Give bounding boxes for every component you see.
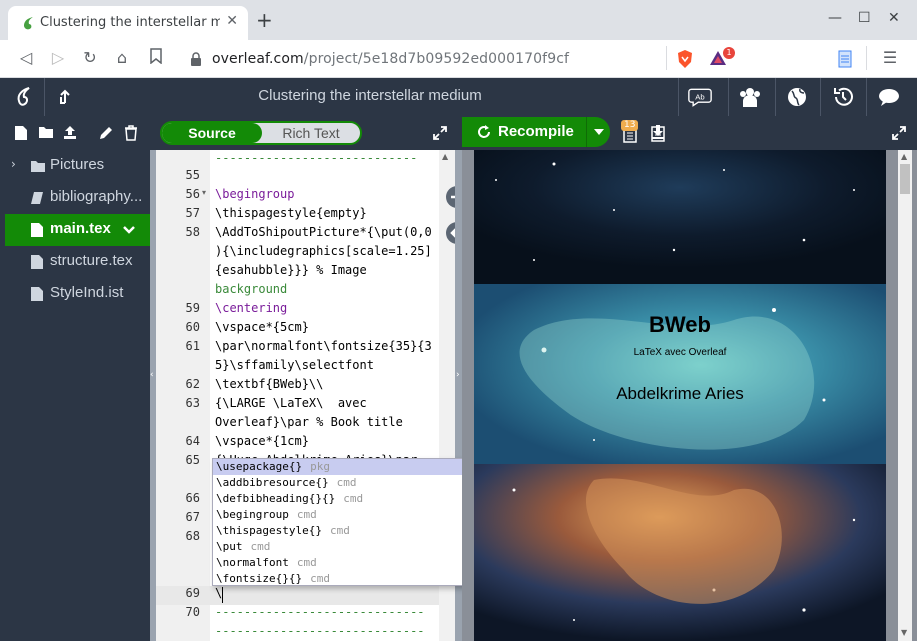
code-line: ----------------------------- — [215, 624, 425, 638]
overleaf-header: Clustering the interstellar medium Ab — [0, 78, 917, 116]
extension-badge: 1 — [723, 47, 735, 59]
browser-tab-bar: Clustering the interstellar medium ✕ + —… — [0, 0, 917, 40]
browser-menu-icon[interactable]: ☰ — [880, 48, 900, 68]
project-title[interactable]: Clustering the interstellar medium — [0, 87, 740, 104]
line-number: 60 — [185, 320, 200, 334]
minimize-window-button[interactable]: — — [828, 10, 842, 26]
pdf-page[interactable]: BWeb LaTeX avec Overleaf Abdelkrime Arie… — [474, 150, 886, 641]
history-icon[interactable] — [831, 85, 855, 109]
code-line: \textbf{BWeb}\\ — [215, 377, 324, 391]
line-number: 56 — [185, 187, 200, 201]
refresh-icon — [478, 125, 490, 138]
code-line: \thispagestyle{empty} — [215, 206, 367, 220]
review-icon[interactable]: Ab — [688, 85, 712, 109]
expand-editor-icon[interactable] — [432, 125, 448, 141]
line-number: 62 — [185, 377, 200, 391]
editor-mode-toggle[interactable]: Source Rich Text — [160, 121, 362, 145]
recompile-button[interactable]: Recompile — [462, 117, 610, 147]
overleaf-favicon-icon — [24, 17, 33, 30]
pdf-book-title: BWeb — [649, 312, 711, 337]
folder-icon — [31, 161, 45, 172]
new-tab-button[interactable]: + — [256, 10, 273, 30]
pdf-scrollbar[interactable]: ▲ ▼ — [898, 150, 912, 641]
code-line: ---------------------------- — [215, 151, 418, 165]
tab-title: Clustering the interstellar medium — [40, 15, 220, 30]
new-folder-icon[interactable] — [38, 125, 54, 139]
reload-icon[interactable]: ↻ — [80, 48, 100, 68]
pdf-book-subtitle: LaTeX avec Overleaf — [633, 347, 727, 358]
code-line: \vspace*{1cm} — [215, 434, 309, 448]
url-text: overleaf.com/project/5e18d7b09592ed00017… — [212, 51, 570, 67]
text-cursor — [222, 587, 223, 603]
code-line: 5}\sffamily\selectfont — [215, 358, 374, 372]
recompile-options-chevron-icon[interactable] — [594, 129, 604, 135]
lock-icon — [191, 52, 201, 66]
file-tree-item-bibliography[interactable]: bibliography... — [5, 182, 150, 214]
rename-pencil-icon[interactable] — [98, 125, 114, 141]
file-tree-item-main-tex[interactable]: main.tex — [5, 214, 150, 246]
code-line: {esahubble}}} % Image — [215, 263, 367, 277]
code-line: \AddToShipoutPicture*{\put(0,0 — [215, 225, 432, 239]
line-number: 67 — [185, 510, 200, 524]
file-icon — [31, 223, 43, 237]
code-line: \par\normalfont\fontsize{35}{3 — [215, 339, 432, 353]
delete-trash-icon[interactable] — [124, 125, 138, 141]
code-line: \begingroup — [215, 187, 295, 201]
forward-icon[interactable]: ▷ — [48, 48, 68, 68]
bookmark-icon[interactable] — [146, 48, 166, 68]
line-number: 61 — [185, 339, 200, 353]
file-icon — [31, 255, 43, 269]
file-tree-item-styleind-ist[interactable]: StyleInd.ist — [5, 278, 150, 310]
pdf-author: Abdelkrime Aries — [616, 384, 744, 403]
line-number: 70 — [185, 605, 200, 619]
expand-pdf-icon[interactable] — [891, 125, 907, 141]
browser-toolbar: ◁ ▷ ↻ ⌂ overleaf.com/project/5e18d7b0959… — [0, 40, 917, 78]
fold-arrow-icon[interactable]: ▾ — [202, 188, 206, 197]
file-tree-item-structure-tex[interactable]: structure.tex — [5, 246, 150, 278]
line-number: 57 — [185, 206, 200, 220]
line-number: 55 — [185, 168, 200, 182]
share-icon[interactable] — [738, 85, 762, 109]
code-line: ){\includegraphics[scale=1.25] — [215, 244, 432, 258]
download-icon[interactable] — [650, 124, 666, 140]
line-number: 58 — [185, 225, 200, 239]
code-line: {\LARGE \LaTeX\ avec — [215, 396, 367, 410]
code-line: Overleaf}\par % Book title — [215, 415, 403, 429]
line-number: 65 — [185, 453, 200, 467]
code-line: \centering — [215, 301, 288, 315]
code-line: background — [215, 282, 288, 296]
code-line: \vspace*{5cm} — [215, 320, 309, 334]
publish-globe-icon[interactable] — [785, 85, 809, 109]
new-file-icon[interactable] — [14, 125, 28, 141]
upload-icon[interactable] — [62, 124, 78, 140]
back-icon[interactable]: ◁ — [16, 48, 36, 68]
browser-tab[interactable]: Clustering the interstellar medium ✕ — [8, 6, 248, 40]
line-number: 59 — [185, 301, 200, 315]
file-tree: › Pictures bibliography... main.tex stru… — [5, 150, 150, 641]
file-tree-item-pictures[interactable]: › Pictures — [5, 150, 150, 182]
brave-shield-icon[interactable] — [676, 49, 694, 69]
address-bar[interactable]: overleaf.com/project/5e18d7b09592ed00017… — [180, 45, 740, 73]
line-number: 63 — [185, 396, 200, 410]
line-number: 69 — [185, 586, 200, 600]
chevron-right-icon[interactable]: › — [11, 157, 16, 171]
home-icon[interactable]: ⌂ — [112, 48, 132, 68]
close-window-button[interactable]: ✕ — [888, 10, 900, 26]
source-mode-button[interactable]: Source — [162, 123, 262, 143]
chat-icon[interactable] — [877, 85, 901, 109]
file-menu-chevron-icon[interactable] — [123, 226, 135, 234]
logs-count-badge: 13 — [621, 120, 639, 131]
line-number: 64 — [185, 434, 200, 448]
line-number: 68 — [185, 529, 200, 543]
editor-toolbar: Source Rich Text — [0, 116, 917, 150]
svg-text:Ab: Ab — [695, 93, 704, 102]
close-tab-icon[interactable]: ✕ — [226, 13, 238, 29]
book-icon — [31, 192, 43, 204]
code-line: ----------------------------- — [215, 605, 425, 619]
maximize-window-button[interactable]: ☐ — [858, 10, 871, 26]
file-icon — [31, 287, 43, 301]
rich-text-mode-button[interactable]: Rich Text — [262, 123, 360, 143]
document-extension-icon[interactable] — [838, 50, 852, 68]
line-number: 66 — [185, 491, 200, 505]
